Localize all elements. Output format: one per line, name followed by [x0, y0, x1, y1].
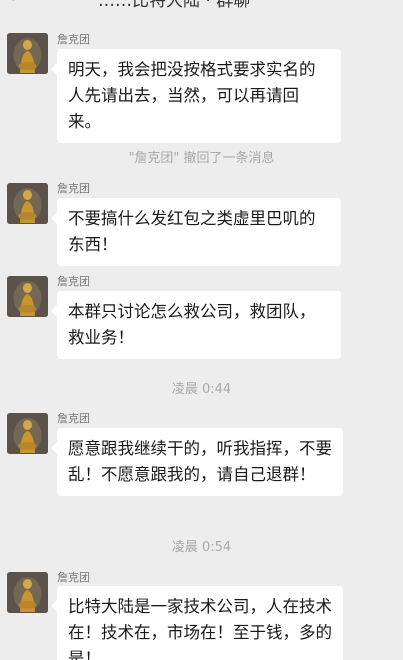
message-bubble[interactable]: 不要搞什么发红包之类虚里巴叽的东西！ — [51, 198, 341, 266]
avatar[interactable] — [7, 183, 48, 224]
buddha-avatar-image — [7, 33, 48, 74]
message-bubble[interactable]: 愿意跟我继续干的，听我指挥，不要乱！不愿意跟我的，请自己退群！ — [51, 428, 343, 496]
avatar[interactable] — [7, 33, 48, 74]
chat-title: ……比特大陆 · 群聊 — [98, 0, 251, 11]
sender-name: 詹克团 — [57, 412, 90, 425]
buddha-avatar-image — [7, 413, 48, 454]
timestamp: 凌晨 0:54 — [171, 540, 232, 555]
sender-name: 詹克团 — [57, 275, 90, 288]
message-bubble[interactable]: 明天，我会把没按格式要求实名的人先请出去，当然，可以再请回来。 — [51, 49, 341, 143]
chat-screen: ‹ ……比特大陆 · 群聊 ··· 詹克团 明天，我会把没按格式要求实名的人先请… — [0, 0, 403, 660]
buddha-avatar-image — [7, 276, 48, 317]
sender-name: 詹克团 — [57, 33, 90, 46]
avatar[interactable] — [7, 413, 48, 454]
chat-header: ‹ ……比特大陆 · 群聊 ··· — [0, 0, 403, 11]
avatar[interactable] — [7, 276, 48, 317]
timestamp: 凌晨 0:44 — [171, 382, 232, 397]
buddha-avatar-image — [7, 183, 48, 224]
more-icon[interactable]: ··· — [376, 0, 393, 7]
buddha-avatar-image — [7, 572, 48, 613]
system-notice: "詹克团" 撤回了一条消息 — [128, 151, 275, 166]
message-bubble[interactable]: 比特大陆是一家技术公司，人在技术在！技术在，市场在！至于钱，多的是！ — [51, 586, 343, 660]
sender-name: 詹克团 — [57, 571, 90, 584]
message-bubble[interactable]: 本群只讨论怎么救公司，救团队，救业务！ — [51, 291, 341, 359]
chevron-left-icon[interactable]: ‹ — [8, 0, 15, 7]
avatar[interactable] — [7, 572, 48, 613]
sender-name: 詹克团 — [57, 182, 90, 195]
